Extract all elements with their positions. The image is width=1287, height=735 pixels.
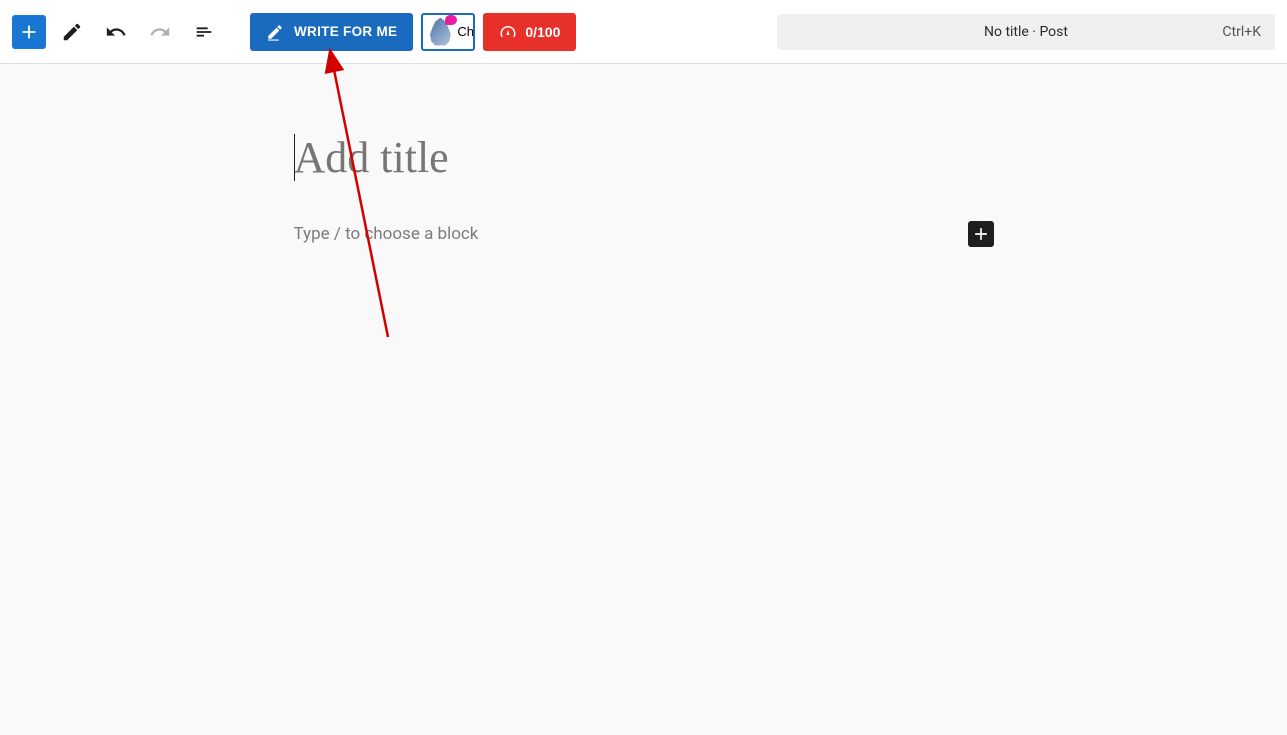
edit-mode-button[interactable] bbox=[54, 14, 90, 50]
command-shortcut: Ctrl+K bbox=[1222, 24, 1261, 40]
redo-button[interactable] bbox=[142, 14, 178, 50]
list-icon bbox=[193, 21, 215, 43]
post-title-wrap bbox=[294, 128, 994, 187]
document-outline-button[interactable] bbox=[186, 14, 222, 50]
block-placeholder-text[interactable]: Type / to choose a block bbox=[294, 224, 479, 244]
pencil-icon bbox=[61, 21, 83, 43]
text-caret bbox=[294, 134, 295, 181]
pen-underline-icon bbox=[266, 23, 284, 41]
score-button[interactable]: 0/100 bbox=[483, 13, 576, 51]
document-title-bar[interactable]: No title · Post Ctrl+K bbox=[777, 14, 1275, 50]
add-block-inline-button[interactable] bbox=[968, 221, 994, 247]
document-title-text: No title · Post bbox=[984, 24, 1068, 40]
editor-toolbar: WRITE FOR ME Ch 0/100 No title · Post Ct… bbox=[0, 0, 1287, 64]
redo-icon bbox=[149, 21, 171, 43]
editor-content: Type / to choose a block bbox=[294, 128, 994, 247]
undo-button[interactable] bbox=[98, 14, 134, 50]
undo-icon bbox=[105, 21, 127, 43]
write-for-me-label: WRITE FOR ME bbox=[294, 24, 397, 39]
chat-assistant-button[interactable]: Ch bbox=[421, 13, 475, 51]
block-row: Type / to choose a block bbox=[294, 221, 994, 247]
score-label: 0/100 bbox=[525, 24, 560, 40]
post-title-input[interactable] bbox=[294, 128, 994, 187]
chat-bubble-icon bbox=[445, 15, 457, 25]
write-for-me-button[interactable]: WRITE FOR ME bbox=[250, 13, 413, 51]
chat-label: Ch bbox=[457, 24, 474, 39]
plus-icon bbox=[971, 224, 991, 244]
add-block-toolbar-button[interactable] bbox=[12, 15, 46, 49]
plus-icon bbox=[18, 21, 40, 43]
gauge-icon bbox=[499, 23, 517, 41]
assistant-avatar-icon bbox=[425, 17, 455, 47]
editor-canvas: Type / to choose a block bbox=[0, 64, 1287, 735]
